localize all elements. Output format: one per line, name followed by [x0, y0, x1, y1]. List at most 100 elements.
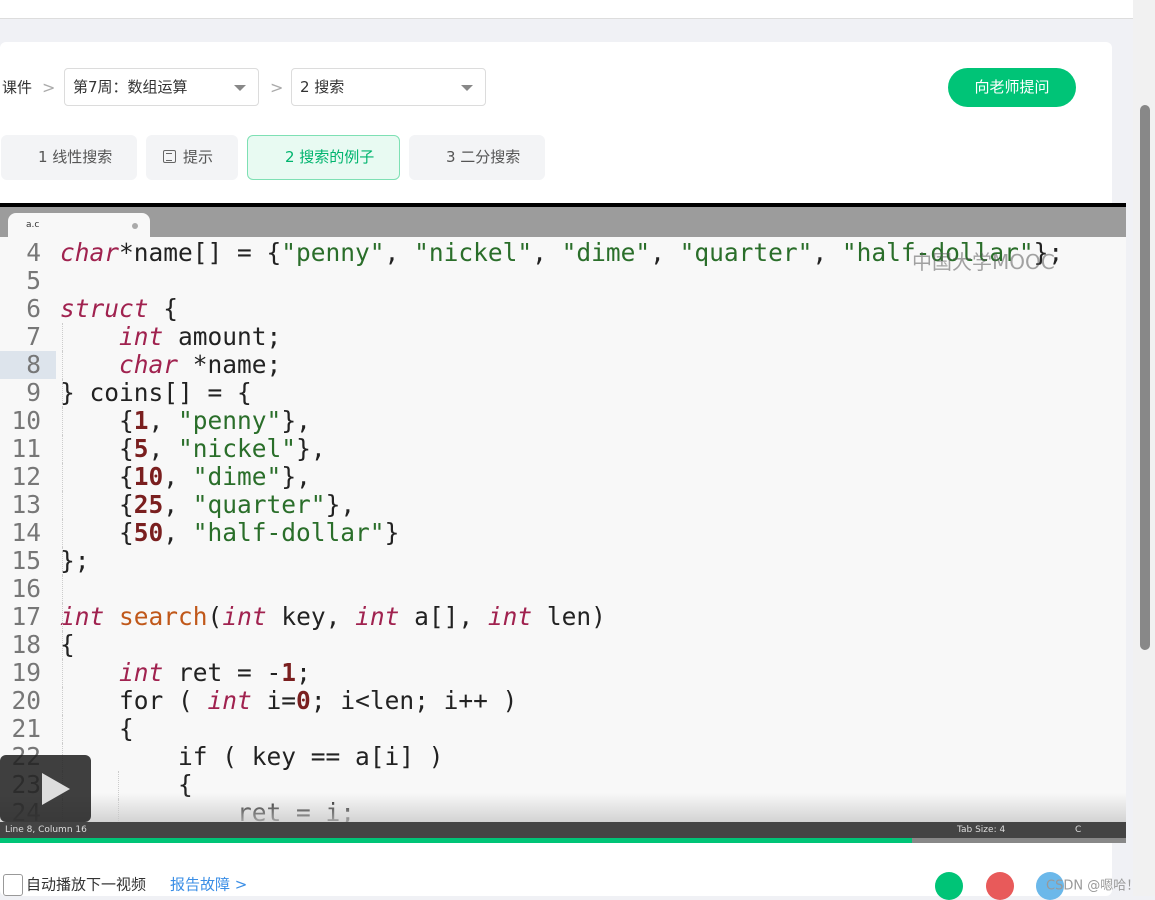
line-number: 13	[11, 490, 41, 519]
code-token: char	[60, 238, 120, 267]
line-number: 21	[11, 714, 41, 743]
play-button[interactable]	[0, 755, 91, 822]
code-token: ,	[148, 434, 179, 463]
code-token: {	[60, 714, 134, 743]
report-issue-link[interactable]: 报告故障 >	[170, 874, 247, 895]
code-token: if ( key == a[i] )	[60, 742, 444, 771]
tab-binary-search[interactable]: 3 二分搜索	[409, 135, 545, 715]
code-token: "penny"	[178, 406, 282, 435]
code-token: {	[60, 406, 134, 435]
line-number: 11	[11, 434, 41, 463]
code-token: {	[60, 434, 134, 463]
code-token: search	[119, 602, 208, 631]
tab-search-example[interactable]: 2 搜索的例子	[247, 135, 400, 715]
indent-guide	[62, 351, 63, 379]
line-number: 5	[26, 266, 41, 295]
document-icon	[163, 150, 176, 163]
indent-guide	[62, 631, 63, 659]
code-token: i=	[251, 686, 297, 715]
syntax-language: C	[1075, 825, 1082, 835]
video-player[interactable]: a.c 4 char*name[] = {"penny", "nickel", "…	[0, 203, 1126, 843]
code-token: {	[60, 462, 134, 491]
week-select[interactable]: 第7周：数组运算	[64, 68, 259, 106]
unsaved-dot-icon	[132, 223, 138, 229]
code-token: } coins[] = {	[60, 378, 252, 407]
line-number: 16	[11, 574, 41, 603]
code-token: },	[281, 406, 311, 435]
code-line: 20 for ( int i=0; i<len; i++ )	[0, 687, 1126, 715]
code-token: int	[222, 602, 267, 631]
chevron-down-icon	[234, 85, 246, 91]
scrollbar-thumb[interactable]	[1140, 105, 1150, 650]
csdn-watermark: CSDN @嗯哈！	[1046, 878, 1140, 894]
chevron-down-icon	[461, 85, 473, 91]
code-token: },	[281, 462, 311, 491]
code-line: 21 {	[0, 715, 1126, 743]
autoplay-checkbox[interactable]	[3, 874, 23, 896]
code-token: int	[207, 686, 252, 715]
code-line: 22 if ( key == a[i] )	[0, 743, 1126, 771]
code-token: (	[207, 602, 223, 631]
code-token: *name[] = {	[119, 238, 282, 267]
tab-label: 1 线性搜索	[38, 148, 113, 166]
line-number: 12	[11, 462, 41, 491]
autoplay-label: 自动播放下一视频	[26, 875, 147, 894]
code-line: 9} coins[] = {	[0, 379, 1126, 407]
browser-top-bar	[0, 0, 1133, 19]
code-token: "quarter"	[192, 490, 326, 519]
code-token: ,	[163, 462, 193, 491]
indent-guide	[62, 463, 63, 491]
code-token: ; i<len; i++ )	[310, 686, 518, 715]
code-token: {	[60, 518, 134, 547]
code-line: 8 char *name;	[0, 351, 1126, 379]
code-token: for (	[60, 686, 208, 715]
code-token: int	[487, 602, 533, 631]
code-token: }	[384, 518, 400, 547]
line-number: 20	[11, 686, 41, 715]
code-token: 50	[133, 518, 164, 547]
file-tab-label: a.c	[26, 220, 40, 230]
line-number: 8	[0, 351, 56, 379]
code-line: 13 {25, "quarter"},	[0, 491, 1126, 519]
line-number: 6	[26, 294, 41, 323]
code-token: 5	[133, 434, 149, 463]
code-token: ,	[148, 406, 179, 435]
code-line: 12 {10, "dime"},	[0, 463, 1126, 491]
code-token: "penny"	[281, 238, 385, 267]
editor-tab-bar: a.c	[0, 207, 1126, 238]
indent-guide	[62, 603, 63, 631]
code-line: 10 {1, "penny"},	[0, 407, 1126, 435]
code-token: };	[60, 546, 90, 575]
indent-guide	[62, 407, 63, 435]
code-token: },	[325, 490, 356, 519]
code-line: 17 int search(int key, int a[], int len)	[0, 603, 1126, 631]
code-token: a[],	[399, 602, 488, 631]
code-token: char	[119, 350, 179, 379]
section-select[interactable]: 2 搜索	[291, 68, 486, 106]
indent-guide	[62, 687, 63, 715]
ask-teacher-button[interactable]: 向老师提问	[948, 68, 1076, 107]
breadcrumb-root[interactable]: 课件	[2, 77, 32, 98]
video-progress-bar[interactable]	[0, 838, 1126, 843]
indent-guide	[62, 575, 63, 603]
code-token: ,	[650, 238, 680, 267]
code-token: int	[355, 602, 400, 631]
code-token: ,	[163, 490, 193, 519]
tab-linear-search[interactable]: 1 线性搜索	[1, 135, 137, 715]
editor-status-bar: Line 8, Column 16 Tab Size: 4 C	[0, 822, 1126, 838]
code-token: 25	[133, 490, 164, 519]
code-token: ;	[296, 658, 311, 687]
tab-hint[interactable]: 提示	[146, 135, 238, 180]
mooc-watermark: 中国大学MOOC	[912, 250, 1055, 274]
week-select-value: 第7周：数组运算	[73, 78, 188, 96]
code-token: int	[60, 602, 105, 631]
code-token: "nickel"	[414, 238, 533, 267]
code-token: 0	[296, 686, 311, 715]
section-select-value: 2 搜索	[300, 78, 345, 96]
editor-file-tab: a.c	[8, 213, 150, 238]
code-line: 14 {50, "half-dollar"}	[0, 519, 1126, 547]
code-line: 6 struct {	[0, 295, 1126, 323]
